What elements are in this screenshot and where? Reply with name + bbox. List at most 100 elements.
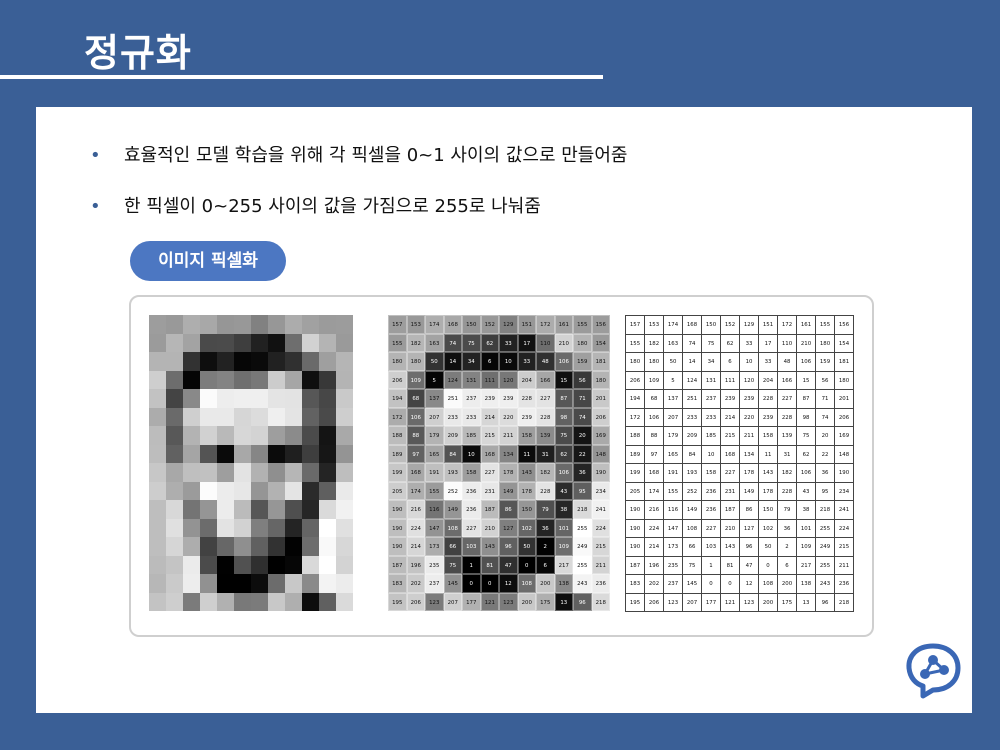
gray-value-cell: 13 [554, 592, 573, 611]
gray-value-cell: 68 [406, 389, 425, 408]
pixel-cell [183, 500, 200, 519]
gray-value-cell: 22 [573, 444, 592, 463]
pixel-cell [234, 500, 251, 519]
value-cell: 147 [664, 519, 683, 538]
bullet-dot-icon: • [90, 145, 101, 166]
value-cell: 154 [835, 334, 854, 353]
pixel-cell [234, 370, 251, 389]
pixel-cell [268, 518, 285, 537]
value-cell: 215 [835, 538, 854, 557]
pixel-cell [302, 481, 319, 500]
value-cell: 227 [778, 390, 797, 409]
value-cell: 152 [721, 316, 740, 335]
grayscale-value-grid: 157 153 174 168 150 152 129 151 172 161 155 156 155 1… [388, 315, 610, 611]
value-cell: 95 [816, 482, 835, 501]
pixel-cell [183, 555, 200, 574]
pixel-cell [200, 407, 217, 426]
pixel-cell [319, 407, 336, 426]
value-cell: 109 [645, 371, 664, 390]
pixelated-face-image [149, 315, 353, 611]
gray-value-cell: 33 [517, 352, 536, 371]
gray-value-cell: 150 [517, 500, 536, 519]
pixel-cell [336, 500, 353, 519]
pixel-cell [302, 518, 319, 537]
value-cell: 134 [740, 445, 759, 464]
gray-value-cell: 255 [573, 518, 592, 537]
gray-value-cell: 228 [517, 389, 536, 408]
value-cell: 75 [797, 427, 816, 446]
bullet-dot-icon: • [90, 196, 101, 217]
content-panel: • 효율적인 모델 학습을 위해 각 픽셀을 0~1 사이의 값으로 만들어줌 … [36, 107, 972, 713]
pixel-cell [336, 444, 353, 463]
pixel-cell [251, 444, 268, 463]
gray-value-cell: 50 [517, 537, 536, 556]
pixel-cell [336, 574, 353, 593]
gray-value-cell: 149 [499, 481, 518, 500]
value-cell: 22 [816, 445, 835, 464]
gray-value-cell: 185 [462, 426, 481, 445]
gray-value-cell: 224 [591, 518, 610, 537]
gray-value-cell: 173 [425, 537, 444, 556]
pixel-cell [183, 352, 200, 371]
gray-value-cell: 108 [517, 574, 536, 593]
pixel-cell [149, 352, 166, 371]
gray-value-cell: 66 [443, 537, 462, 556]
pixel-cell [302, 592, 319, 611]
pixel-cell [234, 426, 251, 445]
gray-value-cell: 217 [554, 555, 573, 574]
pixel-cell [217, 574, 234, 593]
pixel-cell [183, 315, 200, 334]
pixel-cell [336, 463, 353, 482]
pixel-cell [217, 518, 234, 537]
pixel-cell [302, 370, 319, 389]
value-cell: 43 [797, 482, 816, 501]
pixel-cell [336, 537, 353, 556]
pixel-cell [302, 389, 319, 408]
gray-value-cell: 239 [499, 389, 518, 408]
gray-value-cell: 189 [388, 444, 407, 463]
pixel-cell [234, 333, 251, 352]
value-cell: 251 [683, 390, 702, 409]
gray-value-cell: 0 [480, 574, 499, 593]
value-cell: 243 [816, 575, 835, 594]
gray-value-cell: 234 [591, 481, 610, 500]
gray-value-cell: 143 [480, 537, 499, 556]
pixel-cell [268, 333, 285, 352]
gray-value-cell: 103 [462, 537, 481, 556]
gray-value-cell: 228 [536, 407, 555, 426]
gray-value-cell: 120 [499, 370, 518, 389]
value-cell: 166 [778, 371, 797, 390]
pixel-cell [302, 315, 319, 334]
value-cell: 15 [797, 371, 816, 390]
value-cell: 236 [702, 501, 721, 520]
pixel-cell [200, 389, 217, 408]
gray-value-cell: 36 [573, 463, 592, 482]
gray-value-cell: 236 [591, 574, 610, 593]
value-cell: 12 [740, 575, 759, 594]
value-cell: 6 [721, 353, 740, 372]
value-cell: 182 [778, 464, 797, 483]
value-cell: 218 [816, 501, 835, 520]
pixel-value-table: 157 153 174 168 150 152 129 151 172 161 155 156 155 1… [625, 315, 854, 612]
value-cell: 236 [702, 482, 721, 501]
value-cell: 38 [797, 501, 816, 520]
gray-value-cell: 207 [443, 592, 462, 611]
gray-value-cell: 14 [443, 352, 462, 371]
pixel-cell [149, 389, 166, 408]
brain-network-icon [906, 643, 961, 699]
value-cell: 14 [683, 353, 702, 372]
value-cell: 201 [835, 390, 854, 409]
pixel-cell [217, 537, 234, 556]
gray-value-cell: 108 [443, 518, 462, 537]
gray-value-cell: 209 [443, 426, 462, 445]
gray-value-cell: 86 [499, 500, 518, 519]
pixel-cell [336, 333, 353, 352]
gray-value-cell: 123 [499, 592, 518, 611]
gray-value-cell: 178 [517, 481, 536, 500]
pixel-cell [268, 352, 285, 371]
pixel-cell [149, 592, 166, 611]
value-cell: 209 [683, 427, 702, 446]
pixel-cell [234, 518, 251, 537]
pixel-cell [217, 426, 234, 445]
gray-value-cell: 116 [425, 500, 444, 519]
